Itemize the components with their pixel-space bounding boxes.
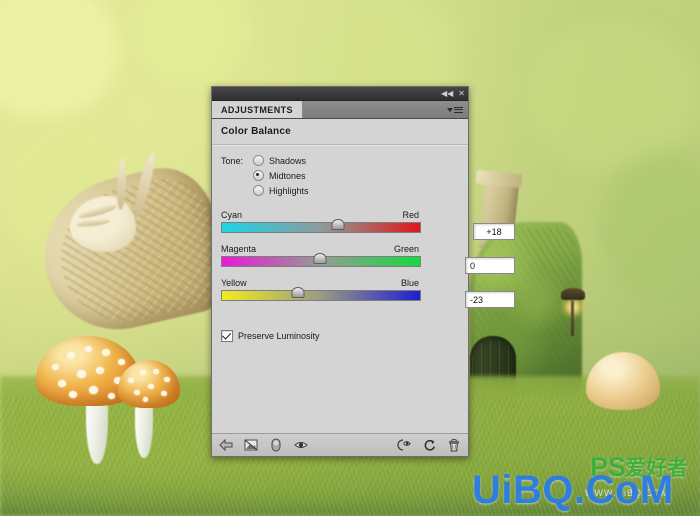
adjustments-panel: ◀◀ ✕ ADJUSTMENTS Color Balance Tone: Sha…	[211, 86, 469, 457]
preserve-luminosity-row[interactable]: Preserve Luminosity	[212, 312, 468, 342]
back-arrow-icon[interactable]	[219, 438, 233, 452]
watermark-site-name: UiBQ.CoM	[472, 468, 674, 513]
slider-captions-yellow-blue: Yellow Blue	[221, 278, 419, 288]
slider-row-cyan-red: Cyan Red +18	[212, 210, 468, 233]
radio-shadows[interactable]: Shadows	[253, 155, 309, 166]
page-title: Color Balance	[212, 119, 468, 137]
panel-tab-row: ADJUSTMENTS	[212, 101, 468, 119]
tone-row: Tone: Shadows Midtones Highlights	[212, 146, 468, 196]
radio-label-shadows: Shadows	[269, 156, 306, 166]
close-icon[interactable]: ✕	[458, 90, 465, 98]
collapse-to-icons-icon[interactable]: ◀◀	[441, 90, 453, 98]
footer-right-icons	[397, 438, 461, 452]
slider-row-yellow-blue: Yellow Blue -23	[212, 278, 468, 301]
slider-right-label-red: Red	[402, 210, 419, 220]
panel-footer-toolbar	[212, 433, 468, 456]
preserve-luminosity-label: Preserve Luminosity	[238, 331, 320, 341]
slider-value-yellow-blue[interactable]: -23	[465, 291, 515, 308]
delete-trash-icon[interactable]	[447, 438, 461, 452]
radio-highlights[interactable]: Highlights	[253, 185, 309, 196]
preview-previous-state-icon[interactable]	[397, 438, 411, 452]
slider-right-label-blue: Blue	[401, 278, 419, 288]
radio-dot-highlights[interactable]	[253, 185, 264, 196]
radio-dot-shadows[interactable]	[253, 155, 264, 166]
panel-menu-icon[interactable]	[447, 105, 463, 114]
color-balance-sliders: Cyan Red +18 Magenta Green 0 Yellow	[212, 196, 468, 301]
slider-thumb-cyan-red[interactable]	[331, 219, 344, 230]
toggle-layer-mask-icon[interactable]	[269, 438, 283, 452]
clip-to-layer-icon[interactable]	[244, 438, 258, 452]
visibility-eye-icon[interactable]	[294, 438, 308, 452]
slider-row-magenta-green: Magenta Green 0	[212, 244, 468, 267]
slider-left-label-yellow: Yellow	[221, 278, 247, 288]
tone-radio-group: Shadows Midtones Highlights	[253, 155, 309, 196]
slider-left-label-magenta: Magenta	[221, 244, 256, 254]
bokeh-blob	[520, 20, 700, 170]
slider-left-label-cyan: Cyan	[221, 210, 242, 220]
slider-track-cyan-red[interactable]	[221, 222, 421, 233]
radio-label-highlights: Highlights	[269, 186, 309, 196]
footer-left-icons	[219, 438, 308, 452]
slider-captions-cyan-red: Cyan Red	[221, 210, 419, 220]
slider-right-label-green: Green	[394, 244, 419, 254]
reset-icon[interactable]	[422, 438, 436, 452]
panel-titlebar: ◀◀ ✕	[212, 87, 468, 101]
radio-label-midtones: Midtones	[269, 171, 306, 181]
lantern-post	[571, 300, 574, 336]
panel-tab-filler	[303, 101, 468, 118]
tone-label: Tone:	[221, 155, 253, 196]
lantern-hood	[561, 288, 585, 300]
tab-adjustments[interactable]: ADJUSTMENTS	[212, 101, 303, 118]
slider-track-yellow-blue[interactable]	[221, 290, 421, 301]
panel-body: Tone: Shadows Midtones Highlights	[212, 146, 468, 433]
radio-dot-midtones[interactable]	[253, 170, 264, 181]
slider-value-magenta-green[interactable]: 0	[465, 257, 515, 274]
slider-value-cyan-red[interactable]: +18	[473, 223, 515, 240]
preserve-luminosity-checkbox[interactable]	[221, 330, 233, 342]
radio-midtones[interactable]: Midtones	[253, 170, 309, 181]
slider-thumb-magenta-green[interactable]	[314, 253, 327, 264]
slider-thumb-yellow-blue[interactable]	[292, 287, 305, 298]
